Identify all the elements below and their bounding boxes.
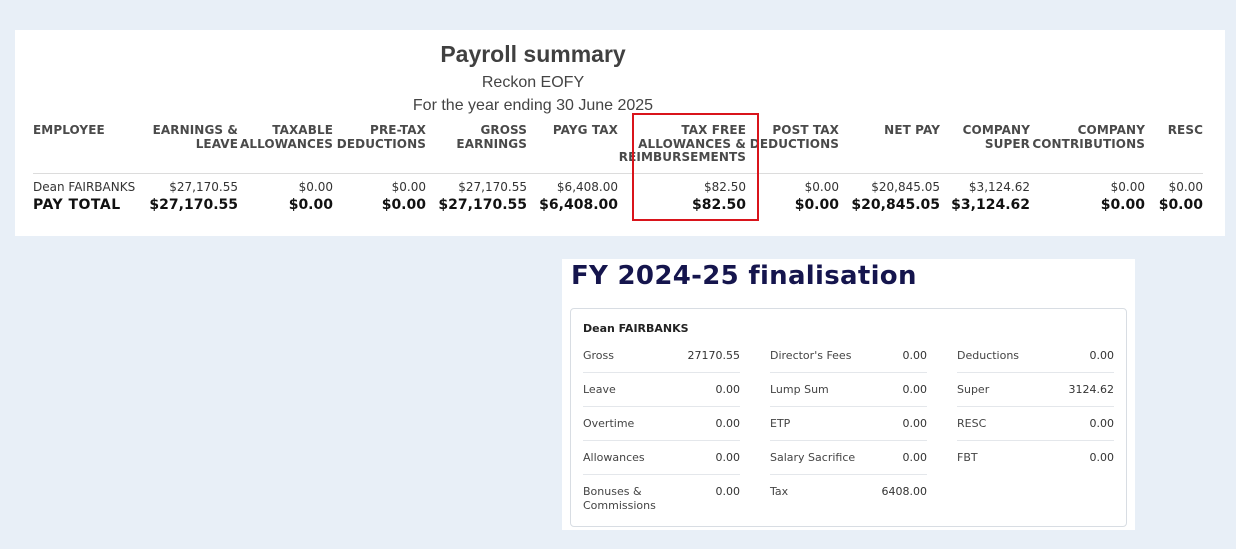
row-employee-name[interactable]: Dean FAIRBANKS xyxy=(33,180,135,194)
field-etp: ETP 0.00 xyxy=(770,407,927,441)
col-header-company-contributions: COMPANY CONTRIBUTIONS xyxy=(1032,123,1145,151)
field-directors-fees: Director's Fees 0.00 xyxy=(770,339,927,373)
field-value: 0.00 xyxy=(902,349,928,362)
field-value: 3124.62 xyxy=(1068,383,1115,396)
field-value: 0.00 xyxy=(715,485,741,498)
field-label: Overtime xyxy=(583,417,635,430)
col-header-gross-earnings: GROSS EARNINGS xyxy=(456,123,527,151)
row-pretax-deductions: $0.00 xyxy=(391,180,426,194)
total-net-pay: $20,845.05 xyxy=(851,197,940,213)
field-value: 0.00 xyxy=(715,451,741,464)
total-company-super: $3,124.62 xyxy=(951,197,1030,213)
field-gross: Gross 27170.55 xyxy=(583,339,740,373)
col-header-pretax-deductions: PRE-TAX DEDUCTIONS xyxy=(336,123,426,151)
total-company-contributions: $0.00 xyxy=(1100,197,1145,213)
field-lump-sum: Lump Sum 0.00 xyxy=(770,373,927,407)
row-company-contributions: $0.00 xyxy=(1110,180,1145,194)
row-payg-tax: $6,408.00 xyxy=(556,180,618,194)
row-net-pay: $20,845.05 xyxy=(871,180,940,194)
row-taxable-allowances: $0.00 xyxy=(298,180,333,194)
row-gross-earnings: $27,170.55 xyxy=(458,180,527,194)
field-label: Super xyxy=(957,383,990,396)
col-header-post-tax-deductions: POST TAX DEDUCTIONS xyxy=(749,123,839,151)
total-taxable-allowances: $0.00 xyxy=(288,197,333,213)
field-value: 0.00 xyxy=(902,383,928,396)
payroll-summary-panel: Payroll summary Reckon EOFY For the year… xyxy=(15,30,1225,236)
field-overtime: Overtime 0.00 xyxy=(583,407,740,441)
field-label: Deductions xyxy=(957,349,1020,362)
col-header-company-super: COMPANY SUPER xyxy=(962,123,1030,151)
field-value: 27170.55 xyxy=(687,349,741,362)
field-super: Super 3124.62 xyxy=(957,373,1114,407)
field-tax: Tax 6408.00 xyxy=(770,475,927,517)
field-leave: Leave 0.00 xyxy=(583,373,740,407)
row-post-tax-deductions: $0.00 xyxy=(804,180,839,194)
field-value: 0.00 xyxy=(715,383,741,396)
field-label: Leave xyxy=(583,383,616,396)
field-allowances: Allowances 0.00 xyxy=(583,441,740,475)
report-title: Payroll summary xyxy=(440,41,626,67)
field-bonuses-commissions: Bonuses & Commissions 0.00 xyxy=(583,475,740,517)
field-label: Bonuses & Commissions xyxy=(583,485,656,512)
field-label: FBT xyxy=(957,451,978,464)
field-value: 0.00 xyxy=(1089,349,1115,362)
row-earnings-leave: $27,170.55 xyxy=(169,180,238,194)
field-label: ETP xyxy=(770,417,791,430)
field-salary-sacrifice: Salary Sacrifice 0.00 xyxy=(770,441,927,475)
col-header-earnings-leave: EARNINGS & LEAVE xyxy=(152,123,238,151)
field-label: Gross xyxy=(583,349,614,362)
total-gross-earnings: $27,170.55 xyxy=(438,197,527,213)
field-label: Allowances xyxy=(583,451,645,464)
field-value: 0.00 xyxy=(902,451,928,464)
header-divider xyxy=(33,173,1203,174)
total-payg-tax: $6,408.00 xyxy=(539,197,618,213)
finalisation-column-1: Gross 27170.55 Leave 0.00 Overtime 0.00 … xyxy=(583,339,740,517)
field-value: 0.00 xyxy=(1089,451,1115,464)
field-value: 0.00 xyxy=(1089,417,1115,430)
col-header-payg-tax: PAYG TAX xyxy=(552,123,618,137)
row-company-super: $3,124.62 xyxy=(968,180,1030,194)
finalisation-column-3: Deductions 0.00 Super 3124.62 RESC 0.00 … xyxy=(957,339,1114,475)
total-post-tax-deductions: $0.00 xyxy=(794,197,839,213)
field-fbt: FBT 0.00 xyxy=(957,441,1114,475)
field-deductions: Deductions 0.00 xyxy=(957,339,1114,373)
employee-finalisation-card: Dean FAIRBANKS Gross 27170.55 Leave 0.00… xyxy=(570,308,1127,527)
total-resc: $0.00 xyxy=(1158,197,1203,213)
field-label: RESC xyxy=(957,417,987,430)
finalisation-title: FY 2024-25 finalisation xyxy=(571,261,917,291)
col-header-resc: RESC xyxy=(1167,123,1203,137)
total-label: PAY TOTAL xyxy=(33,197,121,213)
col-header-net-pay: NET PAY xyxy=(884,123,940,137)
col-header-employee: EMPLOYEE xyxy=(33,123,105,137)
total-pretax-deductions: $0.00 xyxy=(381,197,426,213)
field-label: Salary Sacrifice xyxy=(770,451,856,464)
total-earnings-leave: $27,170.55 xyxy=(149,197,238,213)
field-resc: RESC 0.00 xyxy=(957,407,1114,441)
report-period: For the year ending 30 June 2025 xyxy=(412,97,654,114)
field-value: 0.00 xyxy=(902,417,928,430)
field-label: Director's Fees xyxy=(770,349,852,362)
row-resc: $0.00 xyxy=(1168,180,1203,194)
employee-name: Dean FAIRBANKS xyxy=(583,322,689,335)
field-value: 0.00 xyxy=(715,417,741,430)
field-label: Tax xyxy=(770,485,789,498)
field-label: Lump Sum xyxy=(770,383,829,396)
finalisation-column-2: Director's Fees 0.00 Lump Sum 0.00 ETP 0… xyxy=(770,339,927,517)
tax-free-allowances-highlight-box xyxy=(632,113,759,221)
col-header-taxable-allowances: TAXABLE ALLOWANCES xyxy=(239,123,333,151)
field-value: 6408.00 xyxy=(881,485,928,498)
finalisation-panel: FY 2024-25 finalisation Dean FAIRBANKS G… xyxy=(562,259,1135,530)
report-company: Reckon EOFY xyxy=(481,74,585,91)
